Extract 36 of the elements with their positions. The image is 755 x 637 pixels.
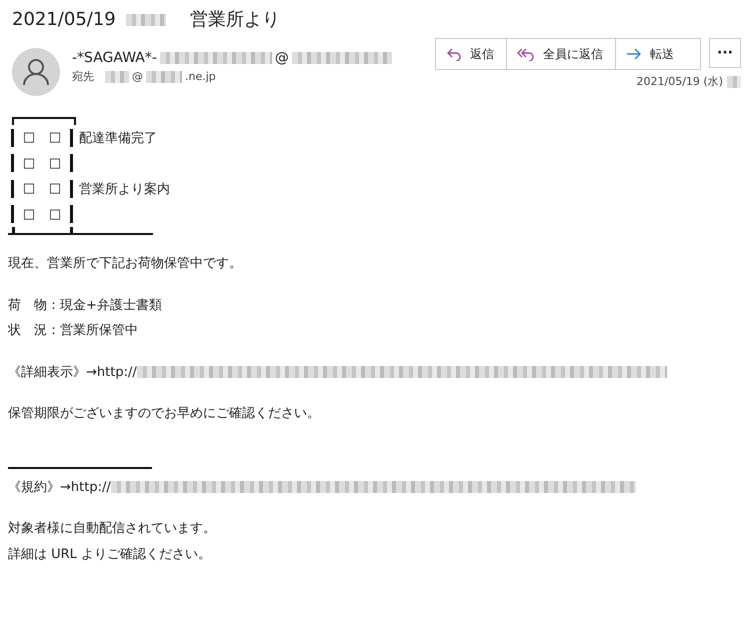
body-text: 状 況：営業所保管中 — [8, 322, 139, 340]
body-text: 保管期限がございますのでお早めにご確認ください。 — [8, 405, 321, 423]
symbol-text: □ — [48, 131, 62, 144]
subject-date: 2021/05/19 — [12, 8, 116, 30]
url-link[interactable]: 《規約》→http:// — [8, 474, 111, 500]
recipient-label: 宛先 — [72, 69, 94, 84]
sent-date: 2021/05/19 (水) — [636, 74, 723, 89]
at-sign: @ — [132, 70, 143, 83]
body-text: 対象者様に自動配信されています。 — [8, 520, 217, 538]
symbol-text: □ — [22, 182, 36, 196]
body-text: 現在、営業所で下記お荷物保管中です。 — [8, 255, 243, 273]
redaction-blur — [126, 14, 166, 26]
symbol-text: □ — [48, 156, 62, 170]
body-text: 詳細は URL よりご確認ください。 — [8, 546, 212, 564]
avatar-icon — [12, 48, 60, 96]
forward-icon — [626, 47, 642, 61]
recipient-domain: .ne.jp — [185, 70, 216, 83]
sender-name: -*SAGAWA*- — [72, 50, 157, 66]
symbol-text: □ — [48, 208, 62, 221]
reply-icon — [446, 47, 462, 61]
symbol-text: □ — [22, 208, 36, 221]
url-link[interactable]: 《詳細表示》→http:// — [8, 360, 137, 385]
symbol-text: □ — [22, 156, 36, 170]
redaction-blur — [727, 76, 741, 88]
at-sign: @ — [274, 50, 289, 66]
notice-text: 配達準備完了 — [79, 130, 157, 147]
frame-top-line — [12, 117, 76, 125]
redaction-blur — [146, 70, 182, 82]
symbol-text: □ — [48, 182, 62, 196]
subject-text: 営業所より — [190, 8, 280, 31]
body-text: 荷 物：現金+弁護士書類 — [8, 296, 163, 314]
redaction-blur — [105, 70, 129, 82]
more-button[interactable]: ··· — [709, 38, 741, 68]
reply-all-icon — [517, 47, 535, 61]
symbol-text: □ — [22, 131, 36, 144]
notice-text: 営業所より案内 — [79, 180, 170, 198]
